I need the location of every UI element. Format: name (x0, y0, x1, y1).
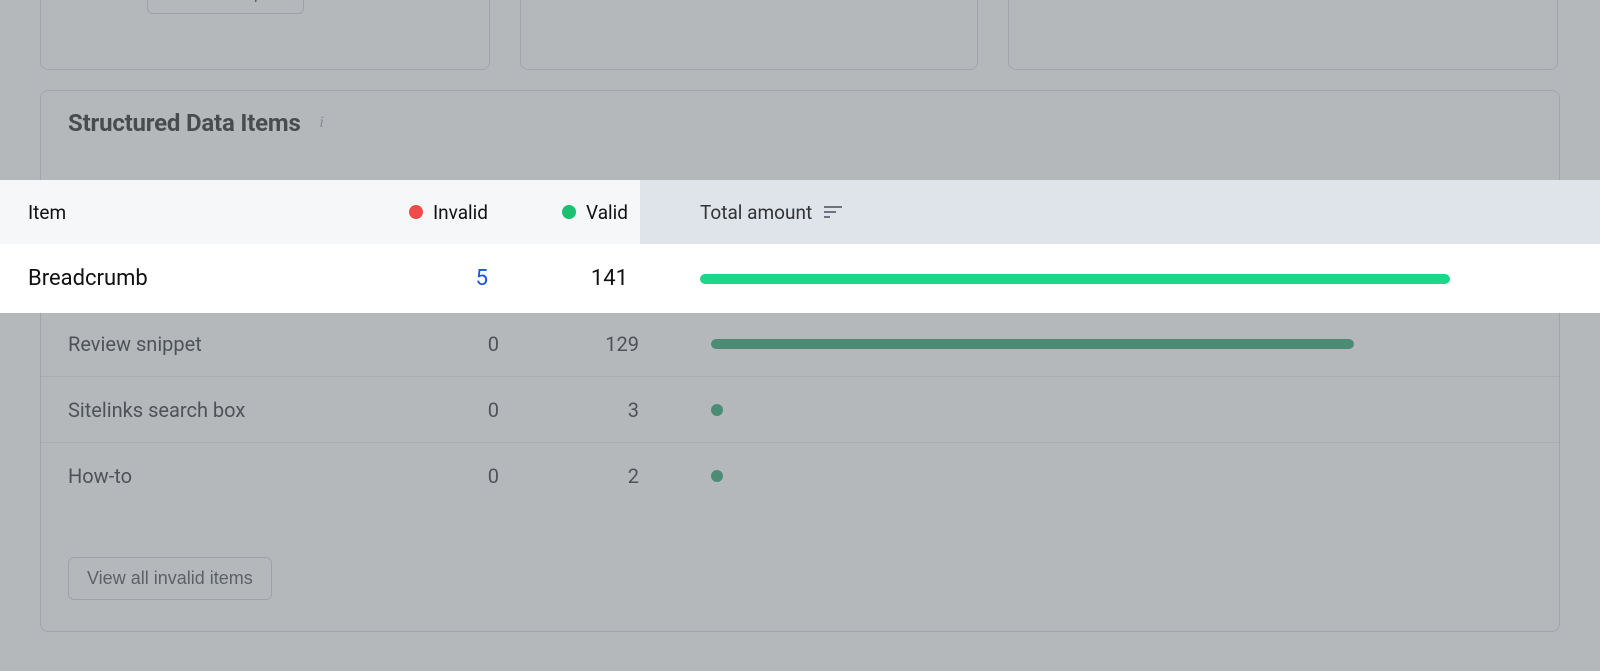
cell-total-bar (651, 339, 1559, 349)
view-full-report-button[interactable]: View full report (147, 0, 304, 14)
bar-fill (711, 339, 1354, 349)
sort-desc-icon (824, 205, 842, 219)
cell-invalid-count: 0 (381, 332, 511, 356)
table-row[interactable]: How-to02 (41, 442, 1559, 508)
column-header-invalid-label: Invalid (433, 201, 488, 224)
column-header-item[interactable]: Item (0, 201, 370, 224)
info-icon[interactable]: i (313, 114, 331, 132)
cell-item-name: Sitelinks search box (41, 398, 381, 422)
cell-item-name: Breadcrumb (0, 266, 370, 291)
section-title: Structured Data Items (68, 109, 301, 137)
cell-total-bar (640, 274, 1600, 284)
table-header-row: Item Invalid Valid Total amount (0, 180, 1600, 244)
valid-dot-icon (562, 205, 576, 219)
bar-dot (711, 404, 723, 416)
invalid-dot-icon (409, 205, 423, 219)
cell-valid-count: 129 (511, 332, 651, 356)
highlighted-strip: Item Invalid Valid Total amount Breadcru… (0, 180, 1600, 313)
cell-item-name: Review snippet (41, 332, 381, 356)
cell-item-name: How-to (41, 464, 381, 488)
table-row[interactable]: Breadcrumb 5 141 (0, 244, 1600, 313)
column-header-valid[interactable]: Valid (500, 201, 640, 224)
column-header-valid-label: Valid (586, 201, 628, 224)
cell-total-bar (651, 471, 1559, 481)
column-header-invalid[interactable]: Invalid (370, 201, 500, 224)
cell-valid-count: 141 (500, 266, 640, 291)
summary-card (520, 0, 978, 70)
cell-valid-count: 2 (511, 464, 651, 488)
cell-total-bar (651, 405, 1559, 415)
bar-fill (700, 274, 1450, 284)
column-header-total-label: Total amount (700, 201, 812, 224)
cell-invalid-count: 0 (381, 464, 511, 488)
summary-card: View full report (40, 0, 490, 70)
table-row[interactable]: Review snippet0129 (41, 310, 1559, 376)
table-row[interactable]: Sitelinks search box03 (41, 376, 1559, 442)
dimmed-background-layer: View full report Structured Data Items i… (0, 0, 1600, 671)
bar-dot (711, 470, 723, 482)
cell-invalid-count[interactable]: 5 (370, 266, 500, 291)
column-header-total[interactable]: Total amount (640, 180, 1600, 244)
cell-valid-count: 3 (511, 398, 651, 422)
cell-invalid-count: 0 (381, 398, 511, 422)
summary-card (1008, 0, 1558, 70)
view-all-invalid-items-button[interactable]: View all invalid items (68, 557, 272, 600)
section-heading-wrap: Structured Data Items i (68, 109, 331, 137)
